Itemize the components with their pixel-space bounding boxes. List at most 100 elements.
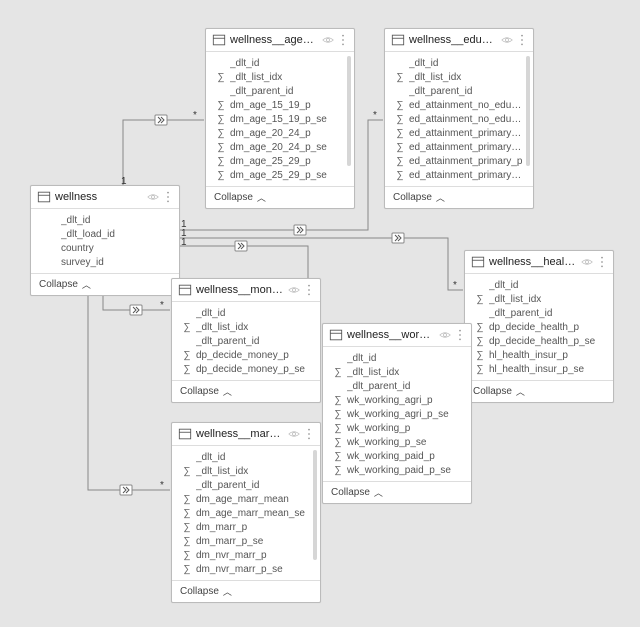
field-row[interactable]: ∑ed_attainment_primary_comple... [385,140,533,154]
field-row[interactable]: ∑_dlt_list_idx [465,292,613,306]
erd-table-age-related[interactable]: wellness__age_related _dlt_id ∑_dlt_list… [205,28,355,209]
visibility-icon[interactable] [439,329,451,341]
erd-table-header[interactable]: wellness__education_... [385,29,533,52]
visibility-icon[interactable] [501,34,513,46]
collapse-toggle[interactable]: Collapse ︿ [172,380,320,402]
field-row[interactable]: survey_id [35,255,179,269]
field-row[interactable]: ∑dm_age_25_29_p_se [206,168,354,182]
field-row[interactable]: ∑wk_working_paid_p_se [323,463,471,477]
sigma-icon: ∑ [216,72,226,83]
field-row[interactable]: ∑dp_decide_money_p [172,348,320,362]
erd-table-header[interactable]: wellness [31,186,179,209]
field-row[interactable]: ∑dm_age_20_24_p_se [206,140,354,154]
field-row[interactable]: country [35,241,179,255]
field-row[interactable]: _dlt_id [35,213,179,227]
field-row[interactable]: ∑ed_attainment_primary_p [385,154,533,168]
field-row[interactable]: ∑wk_working_agri_p_se [323,407,471,421]
erd-table-health[interactable]: wellness__health_relat... _dlt_id ∑_dlt_… [464,250,614,403]
sigma-icon: ∑ [333,423,343,434]
field-row[interactable]: _dlt_parent_id [206,84,354,98]
visibility-icon[interactable] [581,256,593,268]
field-row[interactable]: ∑wk_working_p [323,421,471,435]
visibility-icon[interactable] [147,191,159,203]
field-row[interactable]: _dlt_id [465,278,613,292]
more-options-icon[interactable] [338,33,348,47]
field-row[interactable]: ∑dm_age_25_29_p [206,154,354,168]
collapse-toggle[interactable]: Collapse ︿ [385,186,533,208]
scrollbar[interactable] [347,56,351,166]
field-row[interactable]: ∑ed_attainment_primary_p_se [385,168,533,182]
sigma-icon: ∑ [182,494,192,505]
field-row[interactable]: _dlt_id [385,56,533,70]
more-options-icon[interactable] [163,190,173,204]
field-row[interactable]: _dlt_parent_id [385,84,533,98]
field-row[interactable]: ∑dm_age_20_24_p [206,126,354,140]
erd-table-money[interactable]: wellness__money_rela... _dlt_id ∑_dlt_li… [171,278,321,403]
collapse-toggle[interactable]: Collapse ︿ [172,580,320,602]
field-row[interactable]: ∑hl_health_insur_p [465,348,613,362]
field-row[interactable]: ∑ed_attainment_primary_comple... [385,126,533,140]
field-row[interactable]: _dlt_id [206,56,354,70]
collapse-toggle[interactable]: Collapse ︿ [31,273,179,295]
field-row[interactable]: ∑dp_decide_health_p_se [465,334,613,348]
field-row[interactable]: ∑dm_marr_p [172,520,320,534]
field-row[interactable]: ∑dm_marr_p_se [172,534,320,548]
table-icon [178,283,192,297]
scrollbar[interactable] [313,450,317,560]
visibility-icon[interactable] [322,34,334,46]
field-row[interactable]: ∑ed_attainment_no_educ_p_se [385,112,533,126]
sigma-icon: ∑ [395,142,405,153]
field-row[interactable]: ∑dm_nvr_marr_p_se [172,562,320,576]
more-options-icon[interactable] [597,255,607,269]
field-row[interactable]: _dlt_id [172,306,320,320]
erd-table-header[interactable]: wellness__age_related [206,29,354,52]
field-row[interactable]: ∑dm_age_marr_mean [172,492,320,506]
field-row[interactable]: ∑dm_age_15_19_p_se [206,112,354,126]
field-row[interactable]: _dlt_parent_id [172,334,320,348]
erd-table-marriage[interactable]: wellness__marriage_r... _dlt_id ∑_dlt_li… [171,422,321,603]
field-row[interactable]: ∑_dlt_list_idx [206,70,354,84]
field-row[interactable]: _dlt_id [172,450,320,464]
erd-table-header[interactable]: wellness__money_rela... [172,279,320,302]
field-row[interactable]: _dlt_load_id [35,227,179,241]
field-row[interactable]: ∑ed_attainment_no_educ_p [385,98,533,112]
field-row[interactable]: _dlt_id [323,351,471,365]
field-row[interactable]: _dlt_parent_id [323,379,471,393]
collapse-label: Collapse [331,487,370,498]
field-row[interactable]: _dlt_parent_id [172,478,320,492]
erd-table-header[interactable]: wellness__health_relat... [465,251,613,274]
field-row[interactable]: ∑wk_working_paid_p [323,449,471,463]
collapse-toggle[interactable]: Collapse ︿ [323,481,471,503]
more-options-icon[interactable] [304,283,314,297]
visibility-icon[interactable] [288,428,300,440]
field-row[interactable]: ∑dm_age_15_19_p [206,98,354,112]
field-row[interactable]: ∑dm_nvr_marr_p [172,548,320,562]
field-row[interactable]: ∑_dlt_list_idx [172,464,320,478]
erd-table-fields: _dlt_id ∑_dlt_list_idx _dlt_parent_id ∑d… [206,52,354,186]
field-row[interactable]: ∑wk_working_p_se [323,435,471,449]
more-options-icon[interactable] [455,328,465,342]
visibility-icon[interactable] [288,284,300,296]
scrollbar[interactable] [526,56,530,166]
field-row[interactable]: ∑dp_decide_money_p_se [172,362,320,376]
field-row[interactable]: ∑hl_health_insur_p_se [465,362,613,376]
field-row[interactable]: _dlt_parent_id [465,306,613,320]
more-options-icon[interactable] [304,427,314,441]
erd-table-header[interactable]: wellness__marriage_r... [172,423,320,446]
field-row[interactable]: ∑_dlt_list_idx [323,365,471,379]
field-row[interactable]: ∑dm_age_marr_mean_se [172,506,320,520]
field-row[interactable]: ∑dp_decide_health_p [465,320,613,334]
erd-table-work[interactable]: wellness__work_related _dlt_id ∑_dlt_lis… [322,323,472,504]
sigma-icon: ∑ [333,395,343,406]
sigma-icon: ∑ [182,550,192,561]
collapse-toggle[interactable]: Collapse ︿ [465,380,613,402]
erd-table-header[interactable]: wellness__work_related [323,324,471,347]
field-row[interactable]: ∑_dlt_list_idx [172,320,320,334]
more-options-icon[interactable] [517,33,527,47]
field-row[interactable]: ∑wk_working_agri_p [323,393,471,407]
field-row[interactable]: ∑_dlt_list_idx [385,70,533,84]
collapse-toggle[interactable]: Collapse ︿ [206,186,354,208]
erd-table-education[interactable]: wellness__education_... _dlt_id ∑_dlt_li… [384,28,534,209]
sigma-icon: ∑ [475,322,485,333]
erd-table-wellness[interactable]: wellness _dlt_id _dlt_load_id country su… [30,185,180,296]
